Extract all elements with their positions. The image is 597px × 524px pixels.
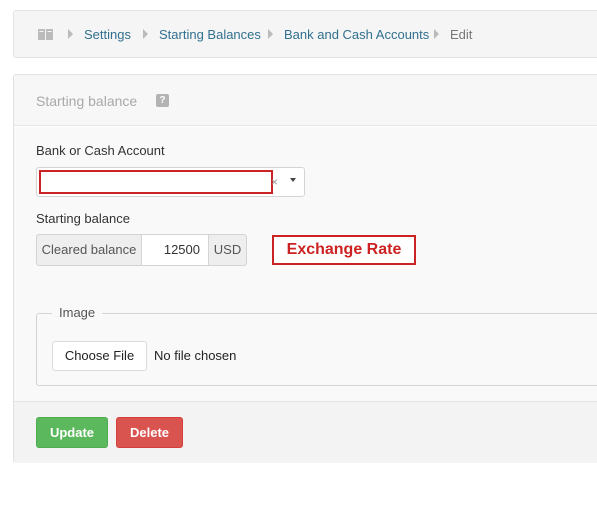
breadcrumb-bank-cash-accounts[interactable]: Bank and Cash Accounts (284, 27, 429, 42)
breadcrumb-edit: Edit (450, 27, 473, 42)
question-icon[interactable]: ? (156, 94, 169, 107)
breadcrumb: Settings Starting Balances Bank and Cash… (13, 10, 597, 58)
image-legend: Image (52, 305, 103, 320)
account-select-highlight (39, 170, 273, 194)
panel-title: Starting balance (36, 93, 138, 109)
account-label: Bank or Cash Account (36, 143, 165, 158)
file-status-text: No file chosen (154, 348, 237, 363)
delete-button[interactable]: Delete (116, 417, 183, 448)
chevron-down-icon[interactable] (290, 178, 296, 182)
cleared-balance-group: Cleared balance 12500 USD (36, 234, 247, 266)
currency-addon: USD (208, 234, 247, 266)
cleared-balance-input[interactable]: 12500 (141, 234, 209, 266)
starting-balance-panel: Starting balance ? Bank or Cash Account … (13, 74, 597, 463)
breadcrumb-separator-icon (434, 29, 439, 39)
book-icon[interactable] (38, 29, 53, 40)
breadcrumb-separator-icon (143, 29, 148, 39)
account-select[interactable]: × (36, 167, 305, 197)
breadcrumb-starting-balances[interactable]: Starting Balances (159, 27, 261, 42)
update-button[interactable]: Update (36, 417, 108, 448)
exchange-rate-label: Exchange Rate (272, 235, 416, 265)
panel-footer: Update Delete (14, 401, 597, 463)
breadcrumb-separator-icon (268, 29, 273, 39)
panel-header: Starting balance ? (14, 75, 597, 126)
choose-file-button[interactable]: Choose File (52, 341, 147, 371)
clear-icon[interactable]: × (271, 175, 278, 189)
breadcrumb-settings[interactable]: Settings (84, 27, 131, 42)
cleared-balance-addon: Cleared balance (36, 234, 142, 266)
breadcrumb-separator-icon (68, 29, 73, 39)
image-fieldset: Image Choose File No file chosen (36, 305, 597, 386)
starting-balance-label: Starting balance (36, 211, 130, 226)
